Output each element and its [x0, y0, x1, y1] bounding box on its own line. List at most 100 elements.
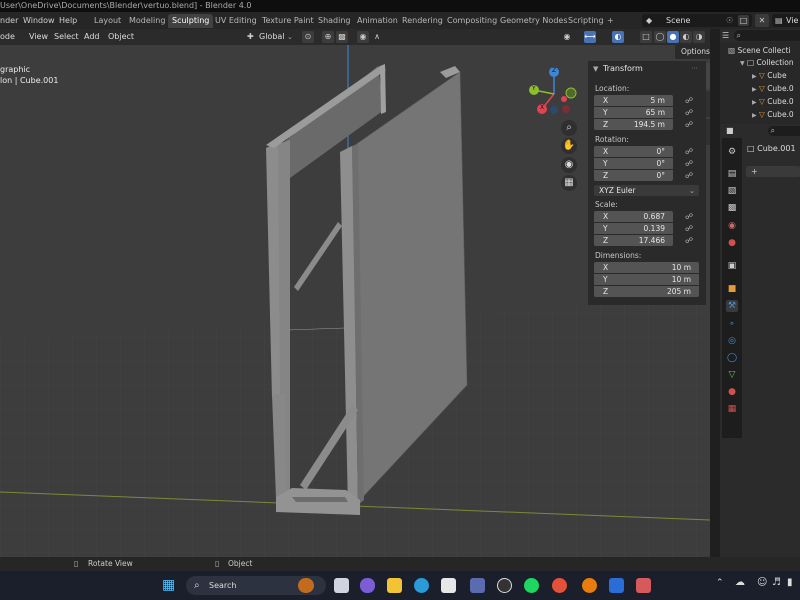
- spotify-icon[interactable]: [524, 578, 539, 593]
- lock-icon[interactable]: ☍: [685, 159, 694, 168]
- teams-icon[interactable]: [360, 578, 375, 593]
- visibility-icon[interactable]: ◉: [561, 31, 573, 43]
- workspace-tab-scripting[interactable]: Scripting: [564, 14, 608, 28]
- calculator-icon[interactable]: [470, 578, 485, 593]
- rotation-mode-dropdown[interactable]: XYZ Euler ⌄: [594, 185, 699, 196]
- view-layer-selector[interactable]: ▤ Vie: [772, 14, 800, 27]
- add-workspace-button[interactable]: +: [603, 14, 618, 28]
- outliner-editor-icon[interactable]: ☰: [722, 29, 729, 42]
- wifi-icon[interactable]: ☺: [757, 577, 767, 588]
- outliner-scene-collection[interactable]: ▧ Scene Collecti: [728, 45, 791, 57]
- scale-y-field[interactable]: Y 0.139: [594, 223, 673, 234]
- outliner-item-cube-001[interactable]: ▶ ▽ Cube.0: [752, 83, 794, 95]
- scene-selector[interactable]: ◆ Scene ☉ □: [642, 14, 752, 27]
- properties-search-icon[interactable]: ⌕: [768, 126, 800, 136]
- menu-object[interactable]: Object: [108, 29, 134, 45]
- gizmo-toggle-icon[interactable]: ⟷: [584, 31, 596, 43]
- dimensions-z-field[interactable]: Z 205 m: [594, 286, 699, 297]
- pan-hand-icon[interactable]: ✋: [561, 138, 577, 154]
- particles-tab-icon[interactable]: ∘: [726, 318, 738, 330]
- properties-object-name[interactable]: □ Cube.001: [747, 144, 796, 153]
- app-icon[interactable]: [609, 578, 624, 593]
- chevron-up-icon[interactable]: ⌃: [716, 578, 724, 588]
- workspace-tab-compositing[interactable]: Compositing: [443, 14, 501, 28]
- pivot-point-icon[interactable]: ⊙: [302, 31, 314, 43]
- menu-blender[interactable]: nder: [0, 12, 18, 29]
- workspace-tab-animation[interactable]: Animation: [353, 14, 402, 28]
- snap-target-icon[interactable]: ▩: [336, 31, 348, 43]
- texture-tab-icon[interactable]: ▦: [726, 403, 738, 415]
- options-dropdown[interactable]: Options: [675, 45, 710, 59]
- material-tab-icon[interactable]: ●: [726, 386, 738, 398]
- properties-editor-icon[interactable]: ■: [726, 124, 734, 138]
- panel-grip-icon[interactable]: ⋯: [691, 64, 698, 72]
- media-player-icon[interactable]: [497, 578, 512, 593]
- volume-icon[interactable]: ♬: [772, 577, 781, 588]
- menu-help[interactable]: Help: [59, 12, 77, 29]
- workspace-tab-geometry-nodes[interactable]: Geometry Nodes: [496, 14, 571, 28]
- remove-scene-button[interactable]: ✕: [755, 14, 769, 27]
- collapse-arrow-icon[interactable]: ▼: [593, 65, 598, 73]
- view-layer-tab-icon[interactable]: ▩: [726, 202, 738, 214]
- shading-solid-icon[interactable]: ●: [667, 31, 679, 43]
- tool-tab-icon[interactable]: ⚙: [726, 146, 738, 158]
- menu-add[interactable]: Add: [84, 29, 100, 45]
- overlays-toggle-icon[interactable]: ◐: [612, 31, 624, 43]
- rotation-x-field[interactable]: X 0°: [594, 146, 673, 157]
- windows-start-icon[interactable]: ▦: [162, 578, 177, 593]
- outliner-item-cube-003[interactable]: ▶ ▽ Cube.0: [752, 109, 794, 121]
- scene-tab-icon[interactable]: ◉: [726, 220, 738, 232]
- outliner-collection[interactable]: ▼ □ Collection: [740, 57, 794, 69]
- rotation-z-field[interactable]: Z 0°: [594, 170, 673, 181]
- modifier-wrench-icon[interactable]: ⚒: [726, 300, 738, 312]
- chrome-icon[interactable]: [552, 578, 567, 593]
- shading-material-icon[interactable]: ◐: [680, 31, 692, 43]
- data-tab-icon[interactable]: ▽: [726, 369, 738, 381]
- task-view-icon[interactable]: [334, 578, 349, 593]
- render-tab-icon[interactable]: ▤: [726, 168, 738, 180]
- camera-view-icon[interactable]: ◉: [561, 157, 577, 173]
- lock-icon[interactable]: ☍: [685, 236, 694, 245]
- proportional-editing-icon[interactable]: ◉: [357, 31, 369, 43]
- shading-wireframe-icon[interactable]: ◯: [654, 31, 666, 43]
- lock-icon[interactable]: ☍: [685, 171, 694, 180]
- workspace-tab-texture-paint[interactable]: Texture Paint: [258, 14, 318, 28]
- collection-tab-icon[interactable]: ▣: [726, 260, 738, 272]
- store-icon[interactable]: [441, 578, 456, 593]
- dimensions-y-field[interactable]: Y 10 m: [594, 274, 699, 285]
- transform-heading[interactable]: Transform: [603, 64, 643, 73]
- outliner-item-cube[interactable]: ▶ ▽ Cube: [752, 70, 787, 82]
- menu-window[interactable]: Window: [23, 12, 55, 29]
- workspace-tab-uv-editing[interactable]: UV Editing: [211, 14, 261, 28]
- workspace-tab-rendering[interactable]: Rendering: [398, 14, 447, 28]
- lock-icon[interactable]: ☍: [685, 147, 694, 156]
- dimensions-x-field[interactable]: X 10 m: [594, 262, 699, 273]
- ortho-grid-icon[interactable]: ▦: [561, 175, 577, 191]
- blender-icon[interactable]: [582, 578, 597, 593]
- navigation-gizmo[interactable]: Z X Y: [527, 66, 579, 118]
- workspace-tab-sculpting[interactable]: Sculpting: [168, 14, 214, 28]
- location-x-field[interactable]: X5 m: [594, 95, 673, 106]
- workspace-tab-modeling[interactable]: Modeling: [125, 14, 169, 28]
- transform-orientation-dropdown[interactable]: ✚ Global ⌄: [247, 31, 297, 43]
- location-z-field[interactable]: Z 194.5 m: [594, 119, 673, 130]
- mode-selector[interactable]: ode: [0, 29, 15, 45]
- scale-z-field[interactable]: Z 17.466: [594, 235, 673, 246]
- rotation-y-field[interactable]: Y 0°: [594, 158, 673, 169]
- output-tab-icon[interactable]: ▧: [726, 185, 738, 197]
- zoom-icon[interactable]: ⌕: [561, 120, 577, 136]
- scale-x-field[interactable]: X 0.687: [594, 211, 673, 222]
- constraints-tab-icon[interactable]: ◯: [726, 352, 738, 364]
- taskbar-search-box[interactable]: ⌕ Search: [186, 576, 326, 595]
- new-scene-icon[interactable]: □: [738, 15, 749, 26]
- file-explorer-icon[interactable]: [387, 578, 402, 593]
- outliner-search-icon[interactable]: ⌕: [734, 30, 800, 41]
- lock-icon[interactable]: ☍: [685, 96, 694, 105]
- workspace-tab-shading[interactable]: Shading: [314, 14, 355, 28]
- workspace-tab-layout[interactable]: Layout: [90, 14, 125, 28]
- lock-icon[interactable]: ☍: [685, 108, 694, 117]
- falloff-icon[interactable]: ∧: [371, 31, 383, 43]
- add-modifier-button[interactable]: +: [746, 166, 800, 177]
- snipping-icon[interactable]: [636, 578, 651, 593]
- outliner-item-cube-002[interactable]: ▶ ▽ Cube.0: [752, 96, 794, 108]
